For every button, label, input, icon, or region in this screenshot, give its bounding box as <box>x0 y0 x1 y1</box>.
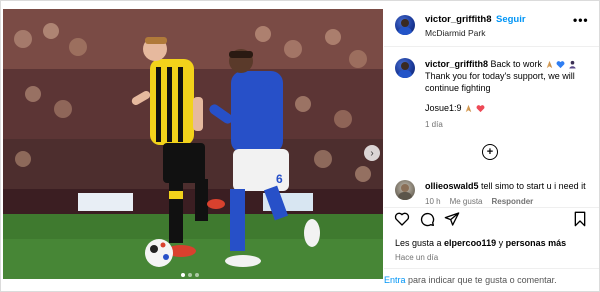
likes-summary: Les gusta a elpercoo119 y personas más <box>395 238 566 248</box>
comment-meta: 10 h Me gusta Responder <box>425 197 533 206</box>
heart-icon[interactable] <box>394 211 410 227</box>
likes-prefix: Les gusta a <box>395 238 445 248</box>
caption-text-line2: Thank you for today's support, we will c… <box>425 71 575 93</box>
author-avatar[interactable] <box>395 15 415 35</box>
post-image[interactable]: 6 › <box>3 9 383 279</box>
person-icon <box>568 61 576 69</box>
caption-avatar[interactable] <box>395 58 415 78</box>
commenter-username[interactable]: ollieoswald5 <box>425 181 479 191</box>
comment-time: 10 h <box>425 197 441 206</box>
post-dialog: 6 › victor_griffith8 • Seguir McDiarmid … <box>0 0 600 292</box>
more-dots-icon[interactable]: ••• <box>573 13 589 27</box>
send-icon[interactable] <box>444 211 460 227</box>
red-heart-icon <box>476 105 485 113</box>
blue-heart-icon <box>556 61 565 69</box>
chevron-right-icon: › <box>370 147 374 159</box>
caption: victor_griffith8 Back to work Thank you … <box>425 58 593 94</box>
likes-others[interactable]: personas más <box>506 238 567 248</box>
svg-text:6: 6 <box>276 172 283 186</box>
caption-tag: Josue1:9 <box>425 103 462 113</box>
author-username[interactable]: victor_griffith8 <box>425 14 492 25</box>
follow-button[interactable]: Seguir <box>496 14 526 25</box>
carousel-dot-3 <box>195 273 199 277</box>
header-divider <box>384 46 599 47</box>
comment-icon[interactable] <box>419 211 435 227</box>
caption-text-line1: Back to work <box>490 59 543 69</box>
comment-likes: Me gusta <box>449 197 483 206</box>
reply-button[interactable]: Responder <box>491 197 533 206</box>
separator-dot: • <box>487 14 491 25</box>
post-time: Hace un día <box>395 253 439 262</box>
carousel-indicator <box>181 273 199 277</box>
post-details-panel: victor_griffith8 • Seguir McDiarmid Park… <box>384 1 599 291</box>
action-bar <box>394 211 590 229</box>
comment-text: tell simo to start u i need it <box>481 181 586 191</box>
comment: ollieoswald5 tell simo to start u i need… <box>425 181 586 191</box>
football-photo: 6 <box>3 9 383 279</box>
comment-bar: Entra para indicar que te gusta o coment… <box>384 275 557 285</box>
likes-middle: y <box>496 238 506 248</box>
caption-tag-line: Josue1:9 <box>425 103 485 113</box>
login-link[interactable]: Entra <box>384 275 406 285</box>
caption-time: 1 día <box>425 120 443 129</box>
carousel-next-button[interactable]: › <box>364 145 380 161</box>
likes-user[interactable]: elpercoo119 <box>444 238 496 248</box>
carousel-dot-1 <box>181 273 185 277</box>
commenter-avatar[interactable] <box>395 180 415 200</box>
praying-hands-icon <box>465 105 472 113</box>
carousel-dot-2 <box>188 273 192 277</box>
location-link[interactable]: McDiarmid Park <box>425 28 485 38</box>
actions-divider <box>384 207 599 208</box>
plus-circle-icon[interactable]: + <box>482 144 498 160</box>
bookmark-icon[interactable] <box>572 211 588 227</box>
praying-hands-icon <box>546 61 552 69</box>
comment-bar-divider <box>384 268 599 269</box>
comment-bar-text: para indicar que te gusta o comentar. <box>405 275 557 285</box>
caption-username[interactable]: victor_griffith8 <box>425 59 488 69</box>
